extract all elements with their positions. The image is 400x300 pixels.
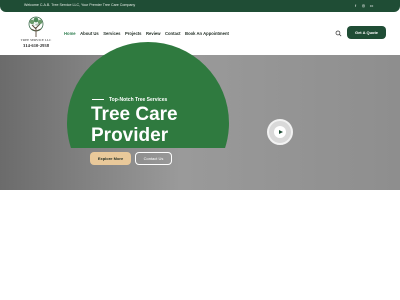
nav-about-us[interactable]: About Us — [80, 31, 99, 39]
video-play-button[interactable] — [267, 119, 293, 145]
nav-projects[interactable]: Projects — [125, 31, 142, 39]
hero-title: Tree Care Provider — [91, 104, 178, 146]
welcome-text: Welcome C.A.B. Tree Service LLC, Your Pr… — [24, 3, 136, 7]
play-icon — [279, 130, 283, 134]
svg-text:CAB: CAB — [33, 23, 40, 27]
top-bar: Welcome C.A.B. Tree Service LLC, Your Pr… — [0, 0, 400, 12]
facebook-icon[interactable]: f — [353, 3, 358, 8]
instagram-icon[interactable]: ◎ — [361, 3, 366, 8]
get-a-quote-button[interactable]: Get A Quote — [347, 26, 386, 39]
site-header: CAB TREE SERVICE LLC 314-610-2938 Home A… — [0, 12, 400, 55]
phone-number[interactable]: 314-610-2938 — [16, 43, 56, 48]
tree-logo-icon: CAB — [28, 16, 44, 37]
tagline-divider — [92, 99, 104, 100]
search-icon[interactable] — [335, 30, 342, 37]
nav-book-appointment[interactable]: Book An Appointment — [185, 31, 229, 39]
explore-more-button[interactable]: Explore More — [90, 152, 131, 165]
company-name: TREE SERVICE LLC — [20, 38, 52, 42]
youtube-icon[interactable]: ▭ — [369, 3, 374, 8]
main-nav: Home About Us Services Projects Review C… — [64, 31, 233, 39]
nav-services[interactable]: Services — [103, 31, 120, 39]
play-button-inner — [274, 126, 286, 138]
nav-review[interactable]: Review — [146, 31, 160, 39]
hero-tagline: Top-Notch Tree Services — [109, 97, 168, 103]
contact-us-button[interactable]: Contact Us — [135, 152, 172, 165]
logo[interactable]: CAB TREE SERVICE LLC 314-610-2938 — [16, 16, 56, 54]
nav-home[interactable]: Home — [64, 31, 76, 39]
nav-contact[interactable]: Contact — [165, 31, 181, 39]
